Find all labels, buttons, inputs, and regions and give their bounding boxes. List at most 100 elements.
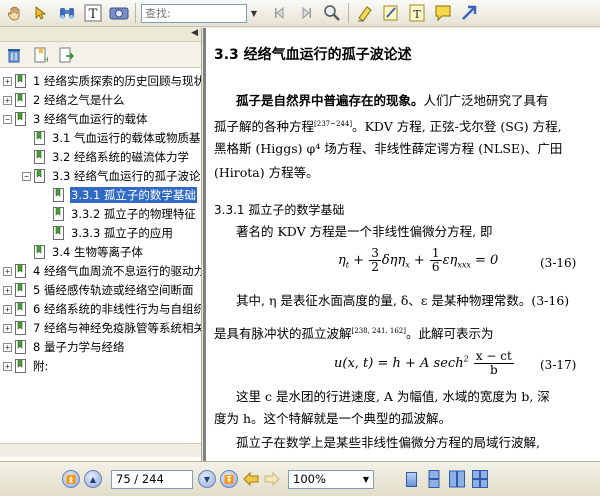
zoom-select[interactable]: 100% ▼: [288, 469, 374, 489]
collapse-panel-icon[interactable]: ◀: [191, 28, 198, 38]
bookmark-item[interactable]: 3.1 气血运行的载体或物质基础: [22, 129, 201, 147]
expand-toggle-icon[interactable]: +: [3, 323, 12, 333]
bookmark-label: 3.3.2 孤立子的物理特征: [71, 207, 196, 221]
new-bookmark-icon[interactable]: +: [30, 45, 50, 65]
expand-toggle-icon[interactable]: +: [3, 95, 12, 105]
document-view[interactable]: 3.3 经络气血运行的孤子波论述 孤子是自然界中普遍存在的现象。人们广泛地研究了…: [203, 28, 600, 461]
search-magnifier-icon[interactable]: [321, 2, 343, 24]
bookmark-item[interactable]: +5 循经感传轨迹或经络空间断面: [3, 281, 194, 299]
toolbar-separator: [135, 3, 136, 23]
bookmark-item[interactable]: +4 经络气血周流不息运行的驱动力: [3, 262, 201, 280]
hand-tool-icon[interactable]: [4, 2, 26, 24]
bookmark-item[interactable]: 3.4 生物等离子体: [22, 243, 144, 261]
zoom-value: 100%: [293, 472, 326, 486]
collapse-toggle-icon[interactable]: −: [22, 171, 31, 181]
search-previous-icon[interactable]: [269, 2, 291, 24]
search-input[interactable]: [141, 3, 247, 23]
expand-toggle-icon[interactable]: +: [3, 304, 12, 314]
bookmark-item[interactable]: +6 经络系统的非线性行为与自组织: [3, 300, 201, 318]
binoculars-icon[interactable]: [56, 2, 78, 24]
continuous-view-icon[interactable]: [425, 469, 443, 489]
snapshot-icon[interactable]: [108, 2, 130, 24]
first-page-button[interactable]: ⏫: [62, 470, 80, 488]
arrow-tool-icon[interactable]: [458, 2, 480, 24]
text-box-icon[interactable]: T: [406, 2, 428, 24]
collapse-toggle-icon[interactable]: −: [3, 114, 12, 124]
bookmark-item[interactable]: + 附:: [3, 357, 49, 375]
zoom-dropdown-icon[interactable]: ▼: [363, 475, 369, 484]
svg-text:T: T: [413, 8, 421, 21]
note-icon[interactable]: [380, 2, 402, 24]
text-tool-icon[interactable]: T: [82, 2, 104, 24]
bookmark-icon: [15, 74, 28, 88]
forward-icon[interactable]: [263, 470, 281, 488]
paragraph-1-line-4: (Hirota) 方程等。: [214, 165, 319, 180]
expand-toggle-icon[interactable]: +: [3, 285, 12, 295]
bookmark-label: 2 经络之气是什么: [33, 93, 125, 107]
bookmark-label: 3 经络气血运行的载体: [33, 112, 148, 126]
bookmark-item[interactable]: 3.3.2 孤立子的物理特征: [41, 205, 197, 223]
expand-toggle-icon[interactable]: +: [3, 361, 12, 371]
paragraph-1-line-2-text: 孤子解的各种方程: [214, 119, 315, 135]
bookmark-icon: [15, 359, 28, 373]
bookmark-toolbar: +: [0, 42, 201, 68]
bookmark-icon: [34, 245, 47, 259]
paragraph-3-line-2-text: 是具有脉冲状的孤立波解: [214, 326, 352, 342]
document-page: 3.3 经络气血运行的孤子波论述 孤子是自然界中普遍存在的现象。人们广泛地研究了…: [206, 28, 600, 461]
bookmark-item[interactable]: − 3.3 经络气血运行的孤子波论述: [22, 167, 201, 185]
horizontal-scrollbar[interactable]: [0, 443, 201, 457]
highlight-icon[interactable]: [354, 2, 376, 24]
select-arrow-icon[interactable]: [30, 2, 52, 24]
paragraph-3-line-2: 是具有脉冲状的孤立波解[238, 241, 162]。此解可表示为: [214, 321, 493, 344]
expand-toggle-icon[interactable]: +: [3, 342, 12, 352]
continuous-facing-view-icon[interactable]: [471, 469, 489, 489]
bookmark-label: 8 量子力学与经络: [33, 340, 125, 354]
bookmark-item[interactable]: +7 经络与神经免疫脉管等系统相关: [3, 319, 201, 337]
bookmark-icon: [34, 131, 47, 145]
bookmark-icon: [15, 302, 28, 316]
bookmark-label: 附:: [33, 359, 49, 373]
comment-icon[interactable]: [432, 2, 454, 24]
search-dropdown-icon[interactable]: ▼: [247, 4, 261, 23]
page-number-field[interactable]: [111, 469, 193, 489]
paragraph-1-lead: 孤子是自然界中普遍存在的现象。: [236, 93, 424, 108]
bookmark-label: 3.3 经络气血运行的孤子波论述: [52, 169, 201, 183]
bookmark-label: 3.4 生物等离子体: [52, 245, 143, 259]
bookmark-item[interactable]: +8 量子力学与经络: [3, 338, 125, 356]
next-page-button[interactable]: ▼: [198, 470, 216, 488]
bookmarks-panel: ◀ + +1 经络实质探索的历史回顾与现状 +2 经络之气是什么 −3 经络气血运行…: [0, 28, 202, 461]
bookmark-icon: [15, 112, 28, 126]
back-icon[interactable]: [242, 470, 260, 488]
equation-number-3-16: (3-16): [540, 256, 577, 270]
search-next-icon[interactable]: [295, 2, 317, 24]
bookmark-icon: [15, 340, 28, 354]
bookmark-item[interactable]: +2 经络之气是什么: [3, 91, 125, 109]
bookmark-label: 4 经络气血周流不息运行的驱动力: [33, 264, 201, 278]
bookmark-item[interactable]: 3.3.3 孤立子的应用: [41, 224, 174, 242]
facing-view-icon[interactable]: [448, 469, 466, 489]
bookmark-item[interactable]: +1 经络实质探索的历史回顾与现状: [3, 72, 201, 90]
bookmark-tree: +1 经络实质探索的历史回顾与现状 +2 经络之气是什么 −3 经络气血运行的载体 3…: [0, 68, 201, 457]
expand-toggle-icon[interactable]: +: [3, 266, 12, 276]
paragraph-4-line-2: 度为 h。这个特解就是一个典型的孤波解。: [214, 411, 452, 426]
bookmark-label: 3.3.3 孤立子的应用: [71, 226, 173, 240]
bookmark-item[interactable]: 3.3.1 孤立子的数学基础: [41, 186, 197, 204]
paragraph-1-line-2-rest: 。KDV 方程, 正弦-戈尔登 (SG) 方程,: [352, 119, 562, 135]
last-page-button[interactable]: ⏬: [220, 470, 238, 488]
bookmark-item[interactable]: − 3 经络气血运行的载体: [3, 110, 148, 128]
export-icon[interactable]: [56, 45, 76, 65]
panel-header: ◀: [0, 28, 201, 42]
navigation-bar: ⏫ ▲ ▼ ⏬ 100% ▼: [0, 461, 600, 496]
bookmark-label: 5 循经感传轨迹或经络空间断面: [33, 283, 194, 297]
bookmark-item[interactable]: 3.2 经络系统的磁流体力学: [22, 148, 190, 166]
paragraph-1-line-3: 黑格斯 (Higgs) φ⁴ 场方程、非线性薛定谔方程 (NLSE)、广田: [214, 141, 563, 156]
previous-page-button[interactable]: ▲: [84, 470, 102, 488]
delete-icon[interactable]: [4, 45, 24, 65]
expand-toggle-icon[interactable]: +: [3, 76, 12, 86]
single-page-view-icon[interactable]: [402, 469, 420, 489]
